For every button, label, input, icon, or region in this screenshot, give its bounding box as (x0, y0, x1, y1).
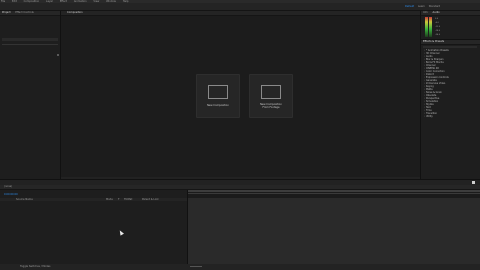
effects-list: ›* Animation Presets ›3D Channel ›Audio ›Bl… (424, 49, 478, 118)
audio-meter-scale: 0.0 -6.0 -12.0 -18.0 -24.0 (435, 17, 440, 37)
column-source-name[interactable]: Source Name (16, 198, 33, 201)
column-parent[interactable]: Parent & Link (142, 198, 159, 201)
tab-effects-presets[interactable]: Effects & Presets (423, 40, 444, 43)
audio-meter-left (425, 17, 428, 37)
info-panel-header: Info Audio (421, 11, 480, 16)
tab-project[interactable]: Project (2, 11, 11, 14)
timeline-footer: Toggle Switches / Modes (0, 264, 480, 270)
column-t[interactable]: T (118, 198, 120, 201)
workspace-tabs: Default Learn Standard (405, 5, 443, 8)
effects-list-label: Utility (426, 115, 433, 118)
tab-audio[interactable]: Audio (433, 11, 440, 14)
effects-panel-header: Effects & Presets (421, 40, 480, 45)
timecode-display[interactable]: 0:00:00:00 (4, 193, 18, 196)
composition-panel: Composition New Composition New Composit… (61, 11, 420, 179)
layer-column-header: Source Name Mode T TrkMat Parent & Link (0, 198, 187, 201)
project-column-header (2, 44, 58, 45)
tab-composition[interactable]: Composition (67, 11, 83, 14)
composition-panel-header: Composition (61, 11, 420, 16)
timeline-layers-panel: 0:00:00:00 Source Name Mode T TrkMat Par… (0, 190, 187, 264)
column-mode[interactable]: Mode (106, 198, 113, 201)
fullscreen-icon[interactable] (472, 181, 475, 184)
new-comp-footage-label-2: From Footage (262, 106, 280, 109)
meter-label: -24.0 (435, 34, 441, 36)
project-panel: Project Effect Controls (0, 11, 60, 179)
new-composition-label: New Composition (207, 104, 229, 107)
work-area-bar[interactable] (187, 190, 480, 192)
tab-effect-controls[interactable]: Effect Controls (15, 11, 33, 14)
effects-search-input[interactable] (423, 46, 477, 48)
project-panel-header: Project Effect Controls (0, 11, 60, 16)
workspace-tab-learn[interactable]: Learn (418, 5, 425, 8)
tab-info[interactable]: Info (423, 11, 428, 14)
composition-icon (208, 85, 228, 99)
project-search-input[interactable] (2, 38, 58, 41)
project-settings-icon[interactable] (57, 54, 59, 56)
workspace-tab-default[interactable]: Default (405, 5, 414, 8)
column-trkmat[interactable]: TrkMat (124, 198, 132, 201)
timeline-track-area[interactable] (188, 198, 480, 264)
new-composition-button[interactable]: New Composition (196, 74, 240, 118)
timeline-tab[interactable]: (none) (4, 185, 12, 188)
right-panel: Info Audio 0.0 -6.0 -12.0 -18.0 -24.0 Ef… (421, 11, 480, 179)
audio-meter-right (429, 17, 432, 37)
workspace-tab-standard[interactable]: Standard (429, 5, 440, 8)
effects-list-item[interactable]: ›Utility (424, 115, 478, 118)
new-composition-from-footage-button[interactable]: New Composition From Footage (249, 74, 293, 118)
timeline-navigator[interactable] (187, 193, 480, 194)
footage-composition-icon (261, 85, 281, 99)
zoom-slider[interactable] (190, 266, 202, 267)
mouse-cursor-icon (118, 229, 124, 236)
tools-toolbar: Default Learn Standard (0, 3, 480, 20)
toggle-switches-modes[interactable]: Toggle Switches / Modes (20, 265, 51, 268)
